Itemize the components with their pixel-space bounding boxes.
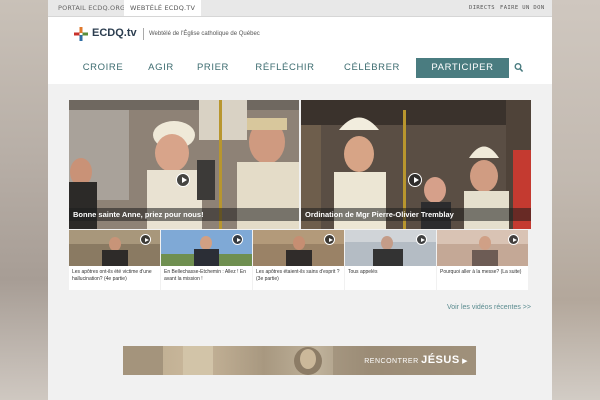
search-icon[interactable] [514,62,524,74]
video-card-2[interactable]: En Bellechasse-Etchemin : Allez ! En ava… [161,230,252,290]
video-section: Bonne sainte Anne, priez pour nous! Ordi… [48,84,552,400]
banner-label[interactable]: RENCONTRER JÉSUS ▶ [364,354,468,366]
play-icon[interactable] [140,234,151,245]
nav-croire[interactable]: CROIRE [78,58,128,78]
featured-1-title[interactable]: Bonne sainte Anne, priez pour nous! [69,208,299,221]
nav-prier[interactable]: PRIER [192,58,234,78]
tagline: Webtélé de l'Église catholique de Québec [149,31,260,37]
tab-webtele[interactable]: WEBTÉLÉ ECDQ.TV [124,0,202,16]
directs-link[interactable]: DIRECTS [469,0,495,16]
featured-2-title[interactable]: Ordination de Mgr Pierre-Olivier Trembla… [301,208,531,221]
video-1-caption-box: Les apôtres ont-ils été victime d'une ha… [69,266,160,290]
video-card-1[interactable]: Les apôtres ont-ils été victime d'une ha… [69,230,160,290]
play-icon[interactable] [324,234,335,245]
banner-line2: JÉSUS [421,354,460,366]
banner-arrow-icon: ▶ [462,358,468,365]
nav-celebrer[interactable]: CÉLÉBRER [341,58,403,78]
background-left [0,0,48,400]
video-4-title[interactable]: Tous appelés [348,269,434,276]
play-icon[interactable] [176,173,190,187]
video-3-caption-box: Les apôtres étaient-ils sains d'esprit ?… [253,266,344,290]
top-bar: PORTAIL ECDQ.ORG WEBTÉLÉ ECDQ.TV DIRECTS… [48,0,552,17]
play-icon[interactable] [232,234,243,245]
page: PORTAIL ECDQ.ORG WEBTÉLÉ ECDQ.TV DIRECTS… [48,0,552,400]
logo-text[interactable]: ECDQ.tv [92,27,137,39]
video-2-caption-box: En Bellechasse-Etchemin : Allez ! En ava… [161,266,252,290]
banner-line1: RENCONTRER [364,358,419,365]
video-1-title[interactable]: Les apôtres ont-ils été victime d'une ha… [72,269,158,283]
video-card-3[interactable]: Les apôtres étaient-ils sains d'esprit ?… [253,230,344,290]
rencontrer-jesus-banner[interactable]: RENCONTRER JÉSUS ▶ [123,346,476,375]
logo-divider [143,28,144,40]
tab-portail[interactable]: PORTAIL ECDQ.ORG [52,0,131,16]
main-nav: CROIRE AGIR PRIER RÉFLÉCHIR CÉLÉBRER PAR… [48,58,552,80]
background-right [552,0,600,400]
video-card-4[interactable]: Tous appelés [345,230,436,290]
video-2-title[interactable]: En Bellechasse-Etchemin : Allez ! En ava… [164,269,250,283]
recent-videos-link[interactable]: Voir les vidéos récentes >> [447,304,531,311]
cross-logo-icon[interactable] [74,27,88,41]
video-5-title[interactable]: Pourquoi aller à la messe? (La suite) [440,269,526,276]
featured-video-1[interactable]: Bonne sainte Anne, priez pour nous! [69,100,299,229]
nav-participer[interactable]: PARTICIPER [416,58,509,78]
play-icon[interactable] [408,173,422,187]
donate-link[interactable]: FAIRE UN DON [500,0,545,16]
featured-video-2[interactable]: Ordination de Mgr Pierre-Olivier Trembla… [301,100,531,229]
play-icon[interactable] [416,234,427,245]
video-card-5[interactable]: Pourquoi aller à la messe? (La suite) [437,230,528,290]
play-icon[interactable] [508,234,519,245]
video-5-caption-box: Pourquoi aller à la messe? (La suite) [437,266,528,290]
nav-reflechir[interactable]: RÉFLÉCHIR [253,58,317,78]
video-3-title[interactable]: Les apôtres étaient-ils sains d'esprit ?… [256,269,342,283]
video-4-caption-box: Tous appelés [345,266,436,290]
nav-agir[interactable]: AGIR [140,58,182,78]
header: ECDQ.tv Webtélé de l'Église catholique d… [48,17,552,55]
